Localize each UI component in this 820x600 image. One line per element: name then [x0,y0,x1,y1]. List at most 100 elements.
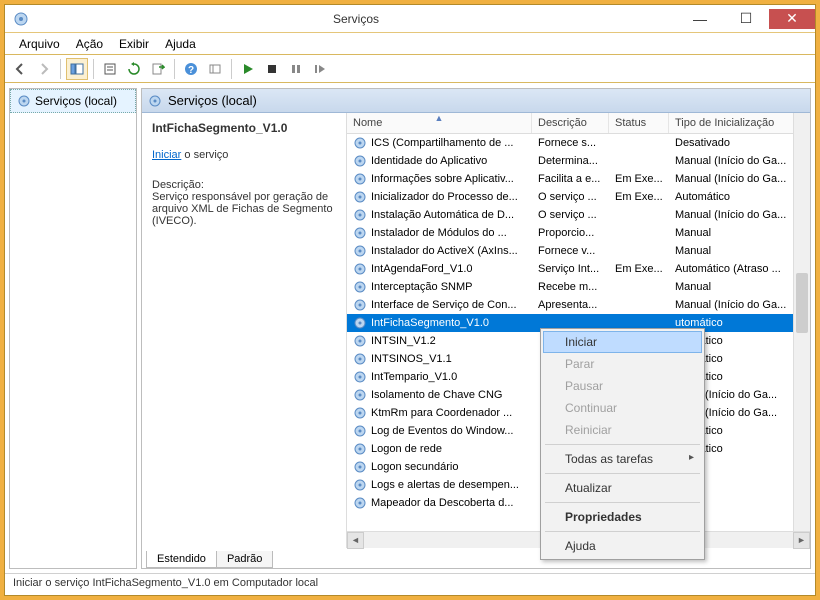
refresh-button[interactable] [123,58,145,80]
cell-name: Log de Eventos do Window... [347,424,532,438]
action-suffix: o serviço [181,149,228,161]
cell-startup: Manual (Início do Ga... [669,209,810,221]
scroll-left-arrow[interactable]: ◄ [347,532,364,549]
cell-desc: Fornece s... [532,137,609,149]
view-tabs: Estendido Padrão [142,548,810,568]
description-label: Descrição: [152,179,336,191]
cell-desc: Recebe m... [532,281,609,293]
ctx-pausar: Pausar [543,375,702,397]
tree-pane: Serviços (local) [9,88,137,569]
stop-service-button[interactable] [261,58,283,80]
ctx-atualizar[interactable]: Atualizar [543,477,702,499]
cell-startup: Automático (Atraso ... [669,263,810,275]
cell-desc: Proporcio... [532,227,609,239]
cell-name: Logon secundário [347,460,532,474]
tree-node-services-local[interactable]: Serviços (local) [10,89,136,113]
pause-service-button[interactable] [285,58,307,80]
service-row[interactable]: Interceptação SNMPRecebe m... Manual [347,278,810,296]
export-button[interactable] [147,58,169,80]
column-header-desc[interactable]: Descrição [532,113,609,133]
restart-service-button[interactable] [309,58,331,80]
ctx-todas-tarefas[interactable]: Todas as tarefas [543,448,702,470]
status-bar: Iniciar o serviço IntFichaSegmento_V1.0 … [5,573,815,595]
sort-asc-icon: ▲ [435,113,444,123]
ctx-ajuda[interactable]: Ajuda [543,535,702,557]
cell-desc: Serviço Int... [532,263,609,275]
service-row[interactable]: Instalação Automática de D...O serviço .… [347,206,810,224]
cell-name: Instalador do ActiveX (AxIns... [347,244,532,258]
start-service-button[interactable] [237,58,259,80]
service-row[interactable]: IntAgendaFord_V1.0Serviço Int...Em Exe..… [347,260,810,278]
service-row[interactable]: Inicializador do Processo de...O serviço… [347,188,810,206]
cell-startup: Manual (Início do Ga... [669,155,810,167]
cell-name: INTSIN_V1.2 [347,334,532,348]
properties-button[interactable] [99,58,121,80]
cell-name: Logon de rede [347,442,532,456]
menu-ajuda[interactable]: Ajuda [157,35,204,53]
show-hide-tree-button[interactable] [66,58,88,80]
separator [545,502,700,503]
cell-desc: Determina... [532,155,609,167]
scroll-thumb[interactable] [796,273,808,333]
gear-icon [148,94,162,108]
cell-name: Isolamento de Chave CNG [347,388,532,402]
service-row[interactable]: Identidade do AplicativoDetermina...Manu… [347,152,810,170]
maximize-button[interactable]: ☐ [723,9,769,29]
start-service-link[interactable]: Iniciar [152,149,181,161]
cell-name: Instalação Automática de D... [347,208,532,222]
description-text: Serviço responsável por geração de arqui… [152,191,336,227]
cell-status: Em Exe... [609,263,669,275]
cell-startup: Manual [669,245,810,257]
cell-startup: Automático [669,191,810,203]
vertical-scrollbar[interactable] [793,113,810,531]
svg-text:?: ? [188,65,194,76]
cell-name: INTSINOS_V1.1 [347,352,532,366]
menu-exibir[interactable]: Exibir [111,35,157,53]
back-button[interactable] [9,58,31,80]
scroll-right-arrow[interactable]: ► [793,532,810,549]
ctx-parar: Parar [543,353,702,375]
pane-header: Serviços (local) [142,89,810,113]
column-header-startup[interactable]: Tipo de Inicialização [669,113,810,133]
service-row[interactable]: Interface de Serviço de Con...Apresenta.… [347,296,810,314]
tab-estendido[interactable]: Estendido [146,551,217,568]
help-button[interactable]: ? [180,58,202,80]
cell-name: Informações sobre Aplicativ... [347,172,532,186]
services-app-icon [13,11,29,27]
gear-icon [17,94,31,108]
ctx-propriedades[interactable]: Propriedades [543,506,702,528]
forward-button[interactable] [33,58,55,80]
service-row[interactable]: Instalador de Módulos do ...Proporcio...… [347,224,810,242]
toolbar-misc-button[interactable] [204,58,226,80]
selected-service-name: IntFichaSegmento_V1.0 [152,121,336,135]
separator [231,59,232,79]
cell-name: KtmRm para Coordenador ... [347,406,532,420]
cell-name: Interceptação SNMP [347,280,532,294]
pane-header-title: Serviços (local) [168,93,257,108]
window-title: Serviços [35,12,677,26]
separator [60,59,61,79]
cell-status: Em Exe... [609,173,669,185]
cell-name: IntFichaSegmento_V1.0 [347,316,532,330]
separator [93,59,94,79]
menu-acao[interactable]: Ação [68,35,111,53]
ctx-iniciar[interactable]: Iniciar [543,331,702,353]
menu-arquivo[interactable]: Arquivo [11,35,68,53]
service-row[interactable]: Instalador do ActiveX (AxIns...Fornece v… [347,242,810,260]
tab-padrao[interactable]: Padrão [216,551,273,568]
list-header-row: Nome▲ Descrição Status Tipo de Inicializ… [347,113,810,134]
column-header-status[interactable]: Status [609,113,669,133]
right-pane: Serviços (local) IntFichaSegmento_V1.0 I… [141,88,811,569]
column-header-name[interactable]: Nome▲ [347,113,532,133]
ctx-reiniciar: Reiniciar [543,419,702,441]
service-row[interactable]: ICS (Compartilhamento de ...Fornece s...… [347,134,810,152]
minimize-button[interactable]: — [677,9,723,29]
close-button[interactable]: ✕ [769,9,815,29]
service-row[interactable]: Informações sobre Aplicativ...Facilita a… [347,170,810,188]
cell-name: Mapeador da Descoberta d... [347,496,532,510]
ctx-continuar: Continuar [543,397,702,419]
separator [174,59,175,79]
cell-name: IntTempario_V1.0 [347,370,532,384]
cell-name: Instalador de Módulos do ... [347,226,532,240]
cell-startup: Manual [669,281,810,293]
